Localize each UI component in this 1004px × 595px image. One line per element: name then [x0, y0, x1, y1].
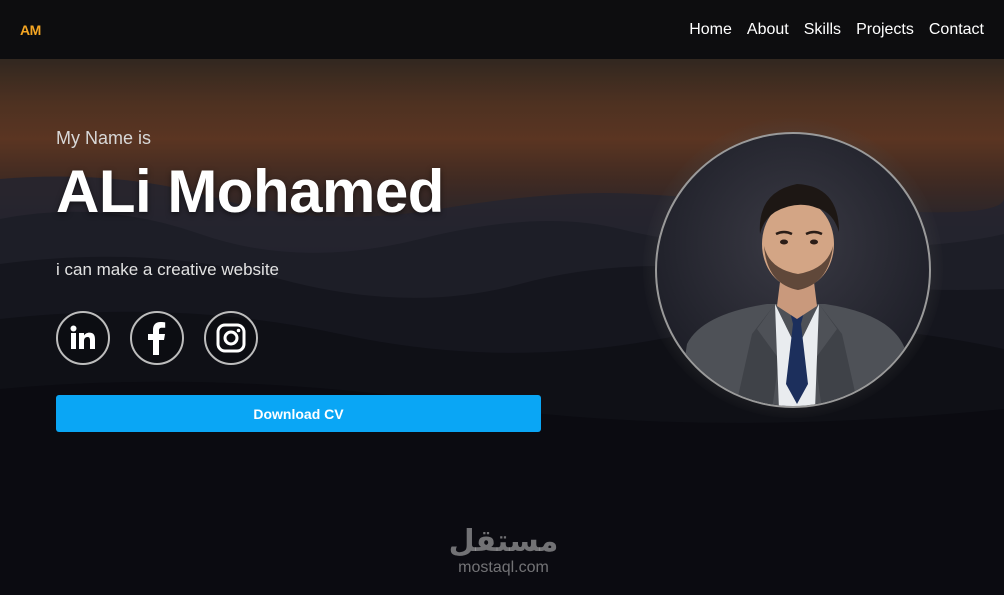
profile-person-illustration: [677, 184, 919, 406]
nav-link-skills[interactable]: Skills: [804, 21, 841, 39]
logo[interactable]: AM: [20, 22, 41, 38]
nav-link-contact[interactable]: Contact: [929, 21, 984, 39]
facebook-button[interactable]: [130, 311, 184, 365]
nav-links: Home About Skills Projects Contact: [689, 21, 984, 39]
instagram-button[interactable]: [204, 311, 258, 365]
watermark-latin: mostaql.com: [458, 559, 549, 576]
profile-photo: [655, 132, 931, 408]
nav-link-home[interactable]: Home: [689, 21, 732, 39]
hero-section: My Name is ALi Mohamed i can make a crea…: [0, 59, 1004, 595]
navbar: AM Home About Skills Projects Contact: [0, 0, 1004, 59]
social-links: [56, 311, 258, 365]
intro-text: My Name is: [56, 128, 152, 148]
nav-link-projects[interactable]: Projects: [856, 21, 914, 39]
hero-name: ALi Mohamed: [56, 158, 444, 225]
linkedin-button[interactable]: [56, 311, 110, 365]
linkedin-icon: [70, 325, 95, 349]
hero-tagline: i can make a creative website: [56, 260, 279, 279]
watermark-arabic: مستقل: [448, 524, 559, 559]
instagram-icon: [216, 323, 246, 353]
nav-link-about[interactable]: About: [747, 21, 789, 39]
facebook-icon: [148, 322, 166, 355]
download-cv-button[interactable]: Download CV: [56, 395, 541, 432]
mostaql-watermark: مستقل mostaql.com: [441, 525, 566, 577]
